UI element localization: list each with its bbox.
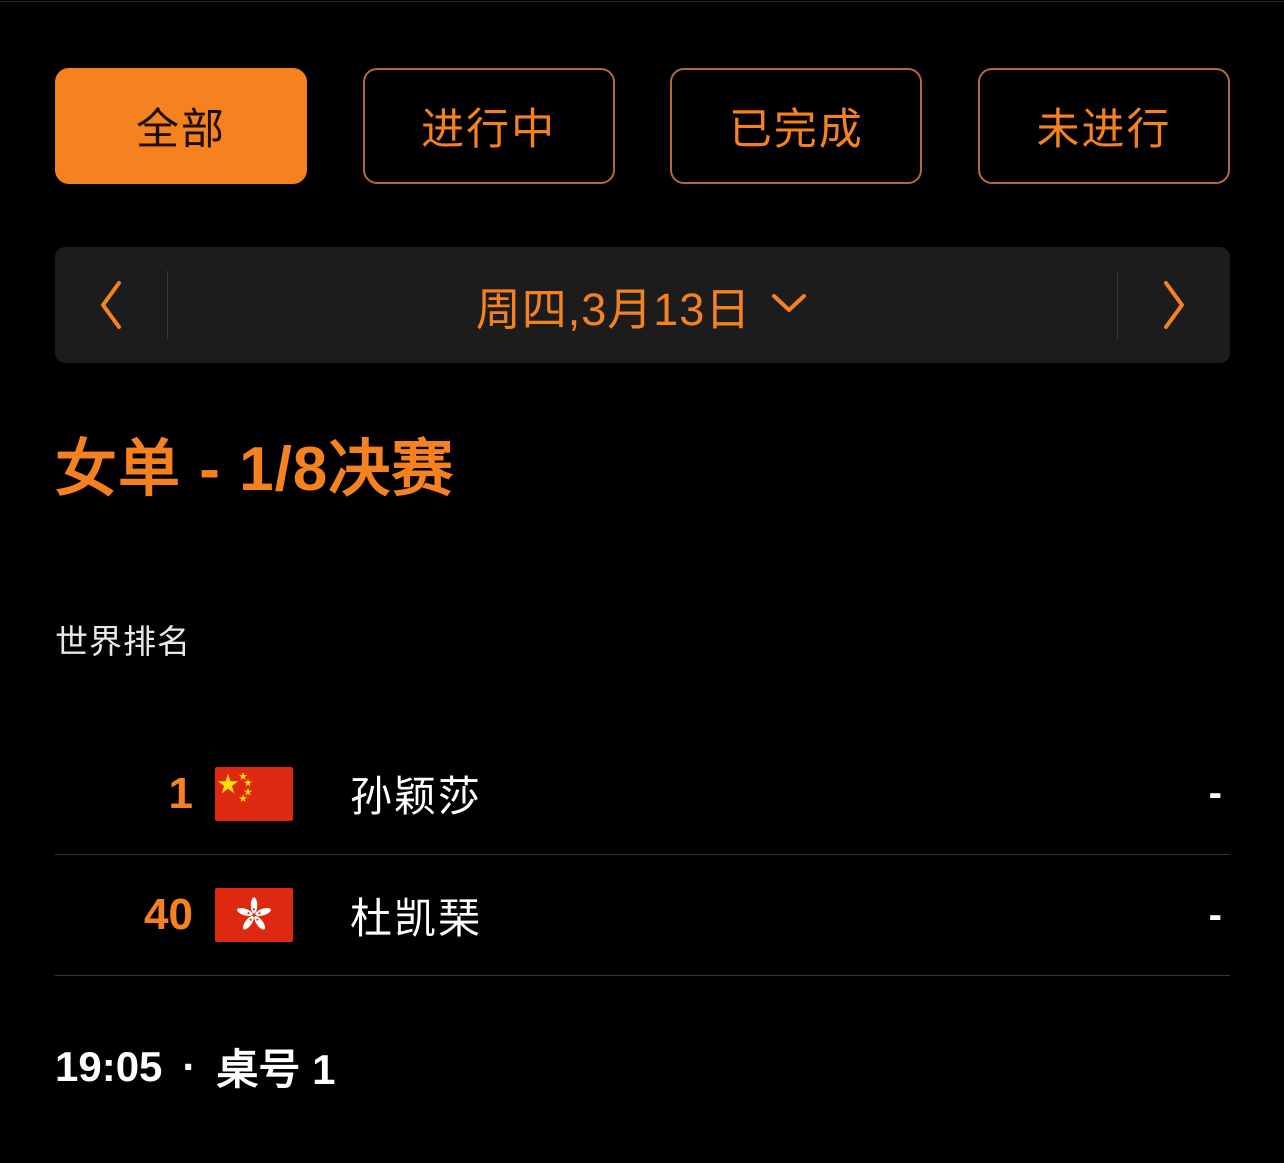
table-row[interactable]: 1 孙颖莎 - <box>55 733 1230 854</box>
player-name: 孙颖莎 <box>350 773 483 820</box>
table-row[interactable]: 40 杜凯琹 - <box>55 854 1230 975</box>
match-meta: 19:05 · 桌号 1 <box>55 1036 335 1097</box>
next-day-button[interactable] <box>1118 247 1230 363</box>
match-card[interactable]: 1 孙颖莎 - 40 杜凯琹 - <box>55 733 1230 976</box>
meta-separator: · <box>182 1042 197 1090</box>
filter-tab-all[interactable]: 全部 <box>55 68 307 184</box>
schedule-screen: 全部 进行中 已完成 未进行 周四,3月13日 女单 - 1/8决赛 世界排名 … <box>0 0 1284 1163</box>
match-table: 桌号 1 <box>216 1046 336 1093</box>
chevron-right-icon <box>1159 279 1189 331</box>
filter-tab-completed[interactable]: 已完成 <box>670 68 923 184</box>
chevron-left-icon <box>96 279 126 331</box>
match-bottom-divider <box>55 975 1230 976</box>
flag-hong-kong-icon <box>215 888 293 942</box>
player-rank: 1 <box>168 768 193 818</box>
player-rank: 40 <box>144 890 193 939</box>
event-title: 女单 - 1/8决赛 <box>55 435 455 504</box>
date-selector[interactable]: 周四,3月13日 <box>168 247 1117 363</box>
match-time: 19:05 <box>55 1042 163 1090</box>
flag-china-icon <box>215 766 293 821</box>
top-divider <box>0 1 1284 2</box>
player-name: 杜凯琹 <box>350 894 483 942</box>
player-score: - <box>1208 771 1222 815</box>
date-navigator: 周四,3月13日 <box>55 247 1230 363</box>
world-ranking-caption: 世界排名 <box>55 623 191 660</box>
previous-day-button[interactable] <box>55 247 167 363</box>
filter-tab-in-progress[interactable]: 进行中 <box>362 68 615 184</box>
player-score: - <box>1208 892 1222 937</box>
chevron-down-icon[interactable] <box>769 291 809 320</box>
date-label: 周四,3月13日 <box>475 283 752 335</box>
filter-tab-not-started[interactable]: 未进行 <box>977 68 1230 184</box>
status-filter-bar: 全部 进行中 已完成 未进行 <box>55 68 1230 184</box>
